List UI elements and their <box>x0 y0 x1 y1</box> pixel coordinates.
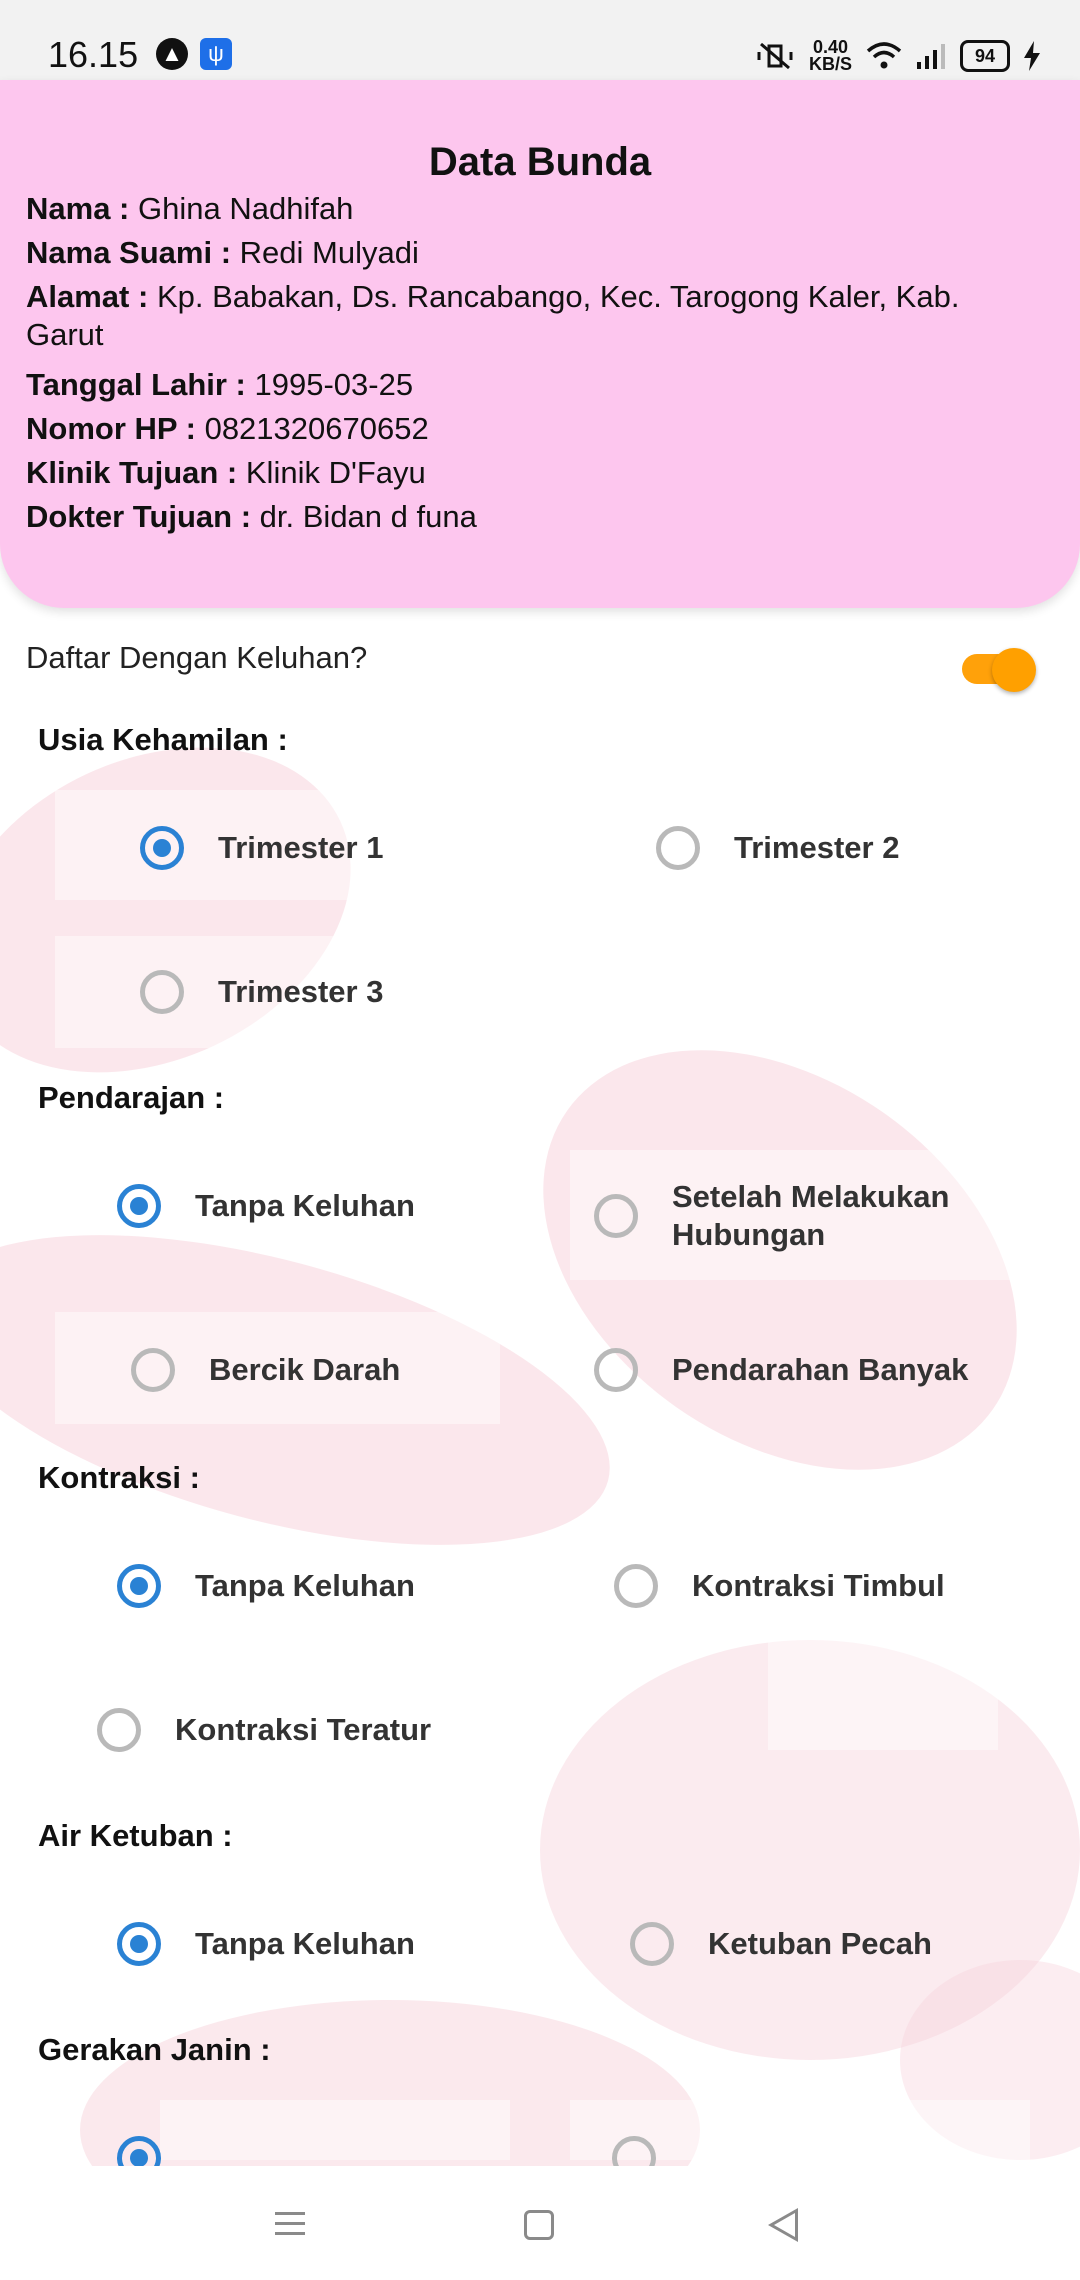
radio-bercik-darah[interactable]: Bercik Darah <box>131 1348 400 1392</box>
info-label: Klinik Tujuan : <box>26 455 238 490</box>
radio-selected-icon <box>140 826 184 870</box>
radio-unselected-icon <box>140 970 184 1014</box>
info-value: Kp. Babakan, Ds. Rancabango, Kec. Tarogo… <box>26 279 960 352</box>
radio-selected-icon <box>117 1922 161 1966</box>
info-value: Ghina Nadhifah <box>138 191 354 226</box>
complaint-toggle-switch[interactable] <box>962 648 1036 692</box>
network-speed: 0.40 KB/S <box>808 38 852 74</box>
radio-unselected-icon <box>131 1348 175 1392</box>
status-bar: 16.15 ▲ ψ 0.40 KB/S 94 <box>0 0 1080 80</box>
info-label: Dokter Tujuan : <box>26 499 252 534</box>
radio-label: Tanpa Keluhan <box>195 1568 415 1603</box>
section-gerakan-janin: Gerakan Janin : <box>38 2032 271 2067</box>
radio-unselected-icon <box>656 826 700 870</box>
section-kontraksi: Kontraksi : <box>38 1460 200 1495</box>
charging-icon <box>1024 41 1040 71</box>
radio-ketuban-pecah[interactable]: Ketuban Pecah <box>630 1922 932 1966</box>
info-label: Tanggal Lahir : <box>26 367 246 402</box>
radio-label: Pendarahan Banyak <box>672 1352 969 1387</box>
wifi-icon <box>866 42 902 69</box>
radio-kontraksi-teratur[interactable]: Kontraksi Teratur <box>97 1708 431 1752</box>
radio-unselected-icon <box>594 1194 638 1238</box>
radio-setelah-melakukan-hubungan[interactable]: Setelah Melakukan Hubungan <box>594 1178 1002 1254</box>
radio-unselected-icon <box>614 1564 658 1608</box>
info-value: Redi Mulyadi <box>239 235 419 270</box>
back-icon[interactable] <box>768 2208 798 2242</box>
section-pendarahan: Pendarajan : <box>38 1080 225 1115</box>
info-alamat: Alamat : Kp. Babakan, Ds. Rancabango, Ke… <box>26 278 1036 354</box>
radio-label: Tanpa Keluhan <box>195 1188 415 1223</box>
system-navigation-bar <box>0 2166 1080 2280</box>
radio-kontraksi-timbul[interactable]: Kontraksi Timbul <box>614 1564 945 1608</box>
info-tanggal-lahir: Tanggal Lahir : 1995-03-25 <box>26 366 1036 404</box>
radio-trimester-2[interactable]: Trimester 2 <box>656 826 899 870</box>
radio-label: Setelah Melakukan Hubungan <box>672 1179 950 1252</box>
radio-pendarahan-tanpa-keluhan[interactable]: Tanpa Keluhan <box>117 1184 415 1228</box>
vibrate-mute-icon <box>757 42 793 70</box>
radio-ketuban-tanpa-keluhan[interactable]: Tanpa Keluhan <box>117 1922 415 1966</box>
info-value: Klinik D'Fayu <box>245 455 426 490</box>
usb-icon: ψ <box>200 38 232 70</box>
radio-unselected-icon <box>594 1348 638 1392</box>
info-nama-suami: Nama Suami : Redi Mulyadi <box>26 234 1036 272</box>
info-label: Alamat : <box>26 279 149 314</box>
radio-label: Trimester 2 <box>734 830 900 865</box>
signal-icon <box>917 44 945 69</box>
info-label: Nomor HP : <box>26 411 196 446</box>
radio-selected-icon <box>117 1184 161 1228</box>
section-air-ketuban: Air Ketuban : <box>38 1818 233 1853</box>
mother-data-card: Data Bunda Nama : Ghina Nadhifah Nama Su… <box>0 80 1080 608</box>
info-value: 0821320670652 <box>204 411 429 446</box>
radio-label: Ketuban Pecah <box>708 1926 932 1961</box>
toggle-thumb <box>992 648 1036 692</box>
radio-label: Bercik Darah <box>209 1352 401 1387</box>
radio-unselected-icon <box>630 1922 674 1966</box>
radio-label: Tanpa Keluhan <box>195 1926 415 1961</box>
radio-kontraksi-tanpa-keluhan[interactable]: Tanpa Keluhan <box>117 1564 415 1608</box>
radio-label: Kontraksi Timbul <box>692 1568 945 1603</box>
radio-selected-icon <box>117 1564 161 1608</box>
home-icon[interactable] <box>524 2210 554 2240</box>
radio-trimester-1[interactable]: Trimester 1 <box>140 826 383 870</box>
recent-apps-icon[interactable] <box>275 2208 305 2238</box>
radio-label: Kontraksi Teratur <box>175 1712 432 1747</box>
status-time: 16.15 <box>48 34 139 75</box>
info-value: dr. Bidan d funa <box>259 499 477 534</box>
info-klinik-tujuan: Klinik Tujuan : Klinik D'Fayu <box>26 454 1036 492</box>
radio-trimester-3[interactable]: Trimester 3 <box>140 970 383 1014</box>
info-label: Nama Suami : <box>26 235 232 270</box>
radio-label: Trimester 3 <box>218 974 384 1009</box>
network-speed-unit: KB/S <box>808 54 852 74</box>
info-nama: Nama : Ghina Nadhifah <box>26 190 1036 228</box>
radio-unselected-icon <box>97 1708 141 1752</box>
radio-pendarahan-banyak[interactable]: Pendarahan Banyak <box>594 1348 968 1392</box>
battery-icon: 94 <box>960 40 1010 72</box>
info-dokter-tujuan: Dokter Tujuan : dr. Bidan d funa <box>26 498 1036 536</box>
info-label: Nama : <box>26 191 130 226</box>
info-value: 1995-03-25 <box>254 367 414 402</box>
complaint-toggle-label: Daftar Dengan Keluhan? <box>26 640 368 675</box>
card-title: Data Bunda <box>428 140 652 184</box>
radio-label: Trimester 1 <box>218 830 384 865</box>
app-notification-icon: ▲ <box>156 38 188 70</box>
info-nomor-hp: Nomor HP : 0821320670652 <box>26 410 1036 448</box>
section-usia-kehamilan: Usia Kehamilan : <box>38 722 288 757</box>
